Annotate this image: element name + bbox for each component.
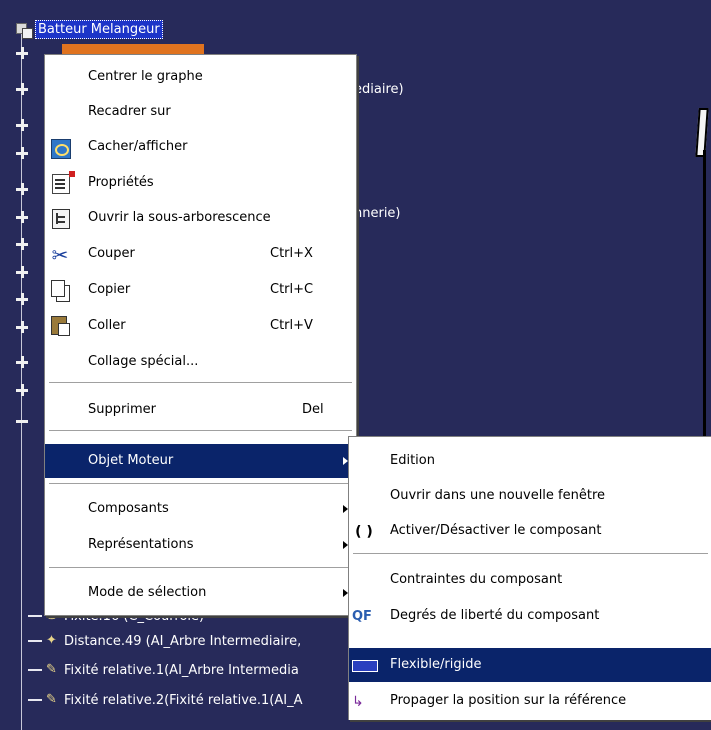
expand-icon[interactable] (14, 384, 30, 398)
expand-icon[interactable] (14, 147, 30, 161)
tree-node-label-fragment: nnerie) (354, 206, 401, 221)
expand-icon[interactable] (14, 211, 30, 225)
tree-connector-line (21, 30, 22, 730)
tree-item[interactable]: ✎ Fixité relative.2(Fixité relative.1(AI… (28, 688, 303, 712)
shortcut-label: Del (302, 402, 324, 417)
menu-item-paste-special[interactable]: Collage spécial... (45, 345, 356, 379)
scissors-icon: ✂ (51, 243, 69, 267)
subtree-icon (52, 209, 70, 229)
tree-root-label[interactable]: Batteur Melangeur (35, 19, 163, 39)
dof-icon: QF (352, 609, 372, 624)
flexible-icon (352, 660, 378, 672)
expand-icon[interactable] (14, 238, 30, 252)
3d-model-edge (695, 108, 709, 157)
tree-item-label: Distance.49 (AI_Arbre Intermediaire, (64, 633, 302, 649)
menu-separator (49, 430, 352, 432)
toggle-icon: ( ) (355, 524, 373, 540)
expand-icon[interactable] (14, 119, 30, 133)
submenu-item-flexible-rigid[interactable]: Flexible/rigide (349, 648, 711, 682)
expand-icon[interactable] (14, 356, 30, 370)
propagate-icon: ↳ (352, 694, 364, 710)
copy-icon (51, 280, 65, 297)
submenu-item-activate-deactivate[interactable]: ( ) Activer/Désactiver le composant (349, 514, 711, 548)
submenu-item-degrees-of-freedom[interactable]: QF Degrés de liberté du composant (349, 599, 711, 633)
expand-icon[interactable] (14, 293, 30, 307)
distance-constraint-icon: ✦ (46, 633, 57, 648)
expand-icon[interactable] (14, 321, 30, 335)
relative-fix-icon: ✎ (46, 662, 57, 677)
hide-show-icon (51, 139, 71, 159)
menu-separator (353, 553, 708, 555)
tree-item[interactable]: ✎ Fixité relative.1(AI_Arbre Intermedia (28, 658, 299, 682)
shortcut-label: Ctrl+X (270, 246, 313, 261)
menu-item-hide-show[interactable]: Cacher/afficher (45, 130, 356, 164)
submenu-item-propagate-position[interactable]: ↳ Propager la position sur la référence (349, 684, 711, 718)
menu-item-paste[interactable]: Coller Ctrl+V (45, 309, 356, 343)
shortcut-label: Ctrl+C (270, 282, 314, 297)
menu-item-engine-object[interactable]: Objet Moteur (45, 444, 356, 478)
product-icon (16, 21, 33, 39)
menu-item-delete[interactable]: Supprimer Del (45, 393, 356, 427)
menu-item-reframe-on[interactable]: Recadrer sur (45, 95, 356, 129)
menu-item-components[interactable]: Composants (45, 492, 356, 526)
tree-item[interactable]: ✦ Distance.49 (AI_Arbre Intermediaire, (28, 629, 301, 653)
menu-separator (49, 382, 352, 384)
menu-item-selection-mode[interactable]: Mode de sélection (45, 576, 356, 610)
menu-separator (49, 483, 352, 485)
paste-icon (51, 316, 70, 336)
menu-item-copy[interactable]: Copier Ctrl+C (45, 273, 356, 307)
tree-item-label: Fixité relative.1(AI_Arbre Intermedia (64, 662, 299, 678)
expand-icon[interactable] (14, 183, 30, 197)
3d-model-edge (703, 150, 706, 450)
menu-item-representations[interactable]: Représentations (45, 528, 356, 562)
expand-icon[interactable] (14, 47, 30, 61)
expand-icon[interactable] (14, 83, 30, 97)
submenu-item-edit[interactable]: Edition (349, 444, 711, 478)
submenu-item-open-new-window[interactable]: Ouvrir dans une nouvelle fenêtre (349, 479, 711, 513)
menu-item-center-graph[interactable]: Centrer le graphe (45, 60, 356, 94)
context-menu: Centrer le graphe Recadrer sur Cacher/af… (44, 54, 357, 616)
menu-item-properties[interactable]: Propriétés (45, 166, 356, 200)
properties-icon (52, 171, 75, 194)
collapse-icon[interactable] (14, 414, 30, 428)
relative-fix-icon: ✎ (46, 692, 57, 707)
expand-icon[interactable] (14, 266, 30, 280)
tree-node-label-fragment: ediaire) (354, 82, 404, 97)
menu-item-cut[interactable]: ✂ Couper Ctrl+X (45, 237, 356, 271)
tree-root[interactable]: Batteur Melangeur (16, 18, 163, 40)
shortcut-label: Ctrl+V (270, 318, 313, 333)
menu-item-open-subtree[interactable]: Ouvrir la sous-arborescence (45, 201, 356, 235)
engine-object-submenu: Edition Ouvrir dans une nouvelle fenêtre… (348, 436, 711, 720)
submenu-item-constraints[interactable]: Contraintes du composant (349, 563, 711, 597)
tree-item-label: Fixité relative.2(Fixité relative.1(AI_A (64, 692, 303, 708)
menu-separator (49, 567, 352, 569)
